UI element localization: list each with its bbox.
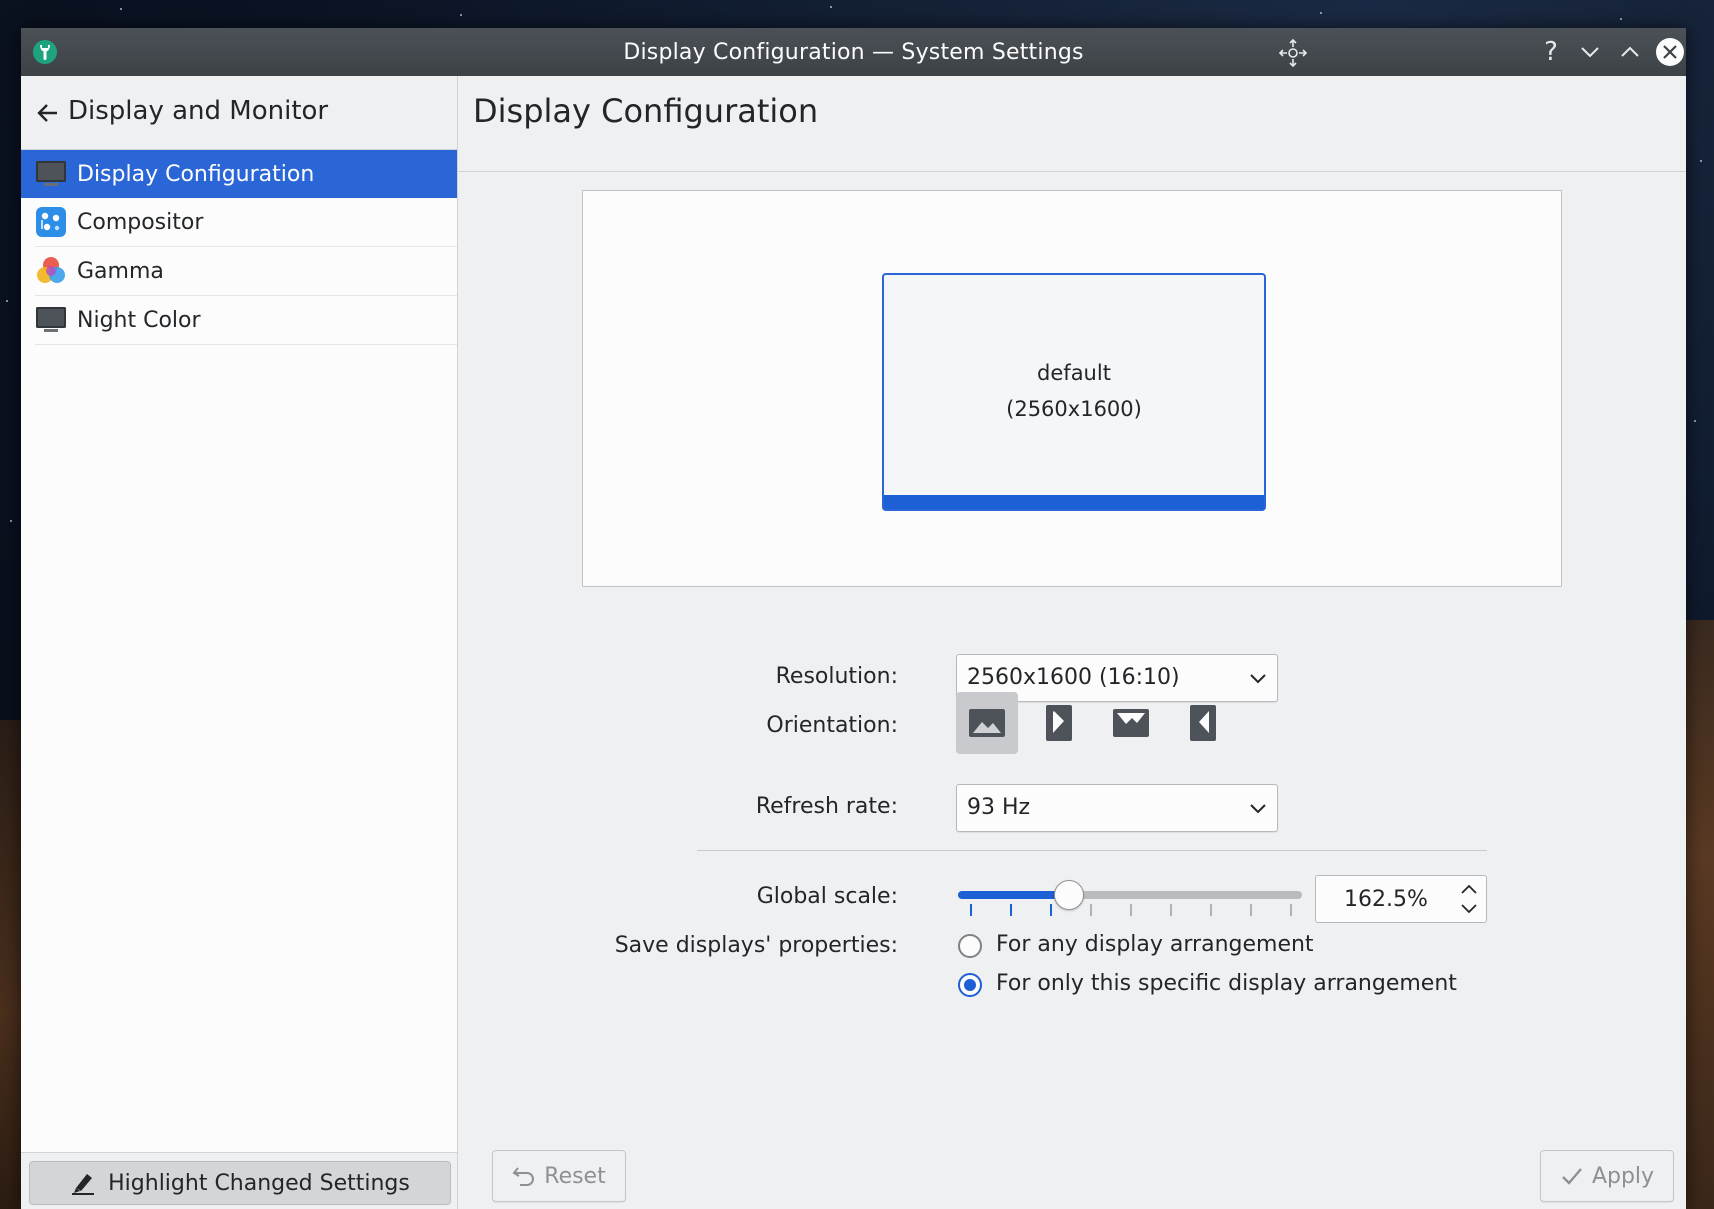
portrait-rotate-left-icon xyxy=(1046,705,1072,741)
output-name: default xyxy=(1037,361,1111,385)
slider-tick xyxy=(1090,904,1092,916)
chevron-up-icon[interactable] xyxy=(1460,882,1478,896)
reset-label: Reset xyxy=(544,1163,606,1189)
move-icon[interactable] xyxy=(1278,38,1308,68)
window-title: Display Configuration — System Settings xyxy=(623,40,1084,65)
chevron-down-icon xyxy=(1250,804,1266,814)
slider-tick xyxy=(1130,904,1132,916)
highlight-changed-settings-button[interactable]: Highlight Changed Settings xyxy=(29,1161,451,1205)
header-divider xyxy=(458,171,1686,172)
orientation-landscape-button[interactable] xyxy=(956,692,1018,754)
star xyxy=(120,8,122,10)
slider-tick xyxy=(1050,904,1052,916)
chevron-down-icon[interactable] xyxy=(1460,902,1478,916)
refresh-rate-combobox[interactable]: 93 Hz xyxy=(956,784,1278,832)
undo-icon xyxy=(512,1167,535,1186)
desktop-dune xyxy=(0,720,22,1209)
slider-tick xyxy=(1170,904,1172,916)
highlighter-icon xyxy=(72,1174,95,1195)
help-button[interactable]: ? xyxy=(1537,37,1565,67)
system-settings-window: Display Configuration — System Settings … xyxy=(21,28,1686,1209)
section-separator xyxy=(697,850,1487,851)
slider-tick xyxy=(1210,904,1212,916)
monitor-icon xyxy=(36,307,66,332)
global-scale-slider-fill xyxy=(958,891,1069,899)
resolution-value: 2560x1600 (16:10) xyxy=(967,665,1180,690)
global-scale-slider-handle[interactable] xyxy=(1054,880,1085,910)
slider-tick xyxy=(970,904,972,916)
save-specific-arrangement-label[interactable]: For only this specific display arrangeme… xyxy=(996,971,1457,996)
orientation-inverted-button[interactable] xyxy=(1100,692,1162,754)
landscape-icon xyxy=(969,709,1005,737)
sidebar: Display and Monitor Display Configuratio… xyxy=(21,76,458,1209)
portrait-rotate-right-icon xyxy=(1190,705,1216,741)
titlebar[interactable]: Display Configuration — System Settings … xyxy=(21,28,1686,76)
sidebar-item-compositor[interactable]: Compositor xyxy=(35,198,457,247)
star xyxy=(1700,160,1702,162)
sidebar-footer: Highlight Changed Settings xyxy=(21,1152,457,1209)
star xyxy=(830,6,832,8)
sidebar-item-gamma[interactable]: Gamma xyxy=(35,247,457,296)
star xyxy=(1694,420,1696,422)
orientation-label: Orientation: xyxy=(766,713,898,738)
save-specific-arrangement-radio[interactable] xyxy=(958,973,982,997)
star xyxy=(1320,12,1322,14)
maximize-button[interactable] xyxy=(1616,38,1644,66)
gamma-icon xyxy=(37,257,65,283)
star xyxy=(10,520,12,522)
apply-button[interactable]: Apply xyxy=(1540,1150,1674,1202)
refresh-rate-value: 93 Hz xyxy=(967,795,1031,820)
checkmark-icon xyxy=(1562,1168,1582,1185)
orientation-portrait-left-button[interactable] xyxy=(1028,692,1090,754)
apply-label: Apply xyxy=(1591,1163,1655,1189)
desktop-dune xyxy=(1686,620,1714,1209)
back-arrow-icon[interactable] xyxy=(35,100,61,126)
save-any-arrangement-radio[interactable] xyxy=(958,934,982,958)
main-panel: Display Configuration default (2560x1600… xyxy=(458,76,1686,1209)
sidebar-title: Display and Monitor xyxy=(68,96,329,126)
slider-tick xyxy=(1250,904,1252,916)
sidebar-item-label: Display Configuration xyxy=(77,161,315,187)
slider-tick xyxy=(1290,904,1292,916)
page-title: Display Configuration xyxy=(473,92,819,130)
refresh-rate-label: Refresh rate: xyxy=(755,794,898,819)
output-selected-bar xyxy=(884,495,1264,509)
close-icon xyxy=(1663,45,1677,59)
save-properties-label: Save displays' properties: xyxy=(614,933,898,958)
save-any-arrangement-label[interactable]: For any display arrangement xyxy=(996,932,1314,957)
sidebar-item-label: Compositor xyxy=(77,209,204,235)
output-default[interactable]: default (2560x1600) xyxy=(882,273,1266,511)
global-scale-spinbox[interactable]: 162.5% xyxy=(1315,875,1487,923)
global-scale-value: 162.5% xyxy=(1344,887,1428,912)
global-scale-label: Global scale: xyxy=(756,884,898,909)
help-icon: ? xyxy=(1544,37,1558,67)
sidebar-list: Display Configuration Compositor Gamma N… xyxy=(21,150,457,345)
sidebar-item-night-color[interactable]: Night Color xyxy=(35,296,457,345)
close-button[interactable] xyxy=(1656,38,1684,66)
compositor-icon xyxy=(36,207,66,237)
reset-button[interactable]: Reset xyxy=(492,1150,626,1202)
sidebar-header: Display and Monitor xyxy=(21,76,457,150)
display-arrangement-preview: default (2560x1600) xyxy=(582,190,1562,587)
slider-tick xyxy=(1010,904,1012,916)
monitor-icon xyxy=(36,161,66,186)
resolution-label: Resolution: xyxy=(775,664,898,689)
chevron-up-icon xyxy=(1621,46,1639,57)
star xyxy=(1620,18,1622,20)
highlight-changed-settings-label: Highlight Changed Settings xyxy=(108,1170,410,1196)
sidebar-item-label: Gamma xyxy=(77,258,164,284)
orientation-portrait-right-button[interactable] xyxy=(1172,692,1234,754)
output-resolution: (2560x1600) xyxy=(1006,397,1142,421)
sidebar-item-label: Night Color xyxy=(77,307,201,333)
chevron-down-icon xyxy=(1581,47,1599,58)
minimize-button[interactable] xyxy=(1576,38,1604,66)
chevron-down-icon xyxy=(1250,674,1266,684)
landscape-inverted-icon xyxy=(1113,709,1149,737)
star xyxy=(460,14,462,16)
star xyxy=(6,300,8,302)
sidebar-item-display-configuration[interactable]: Display Configuration xyxy=(21,150,457,198)
